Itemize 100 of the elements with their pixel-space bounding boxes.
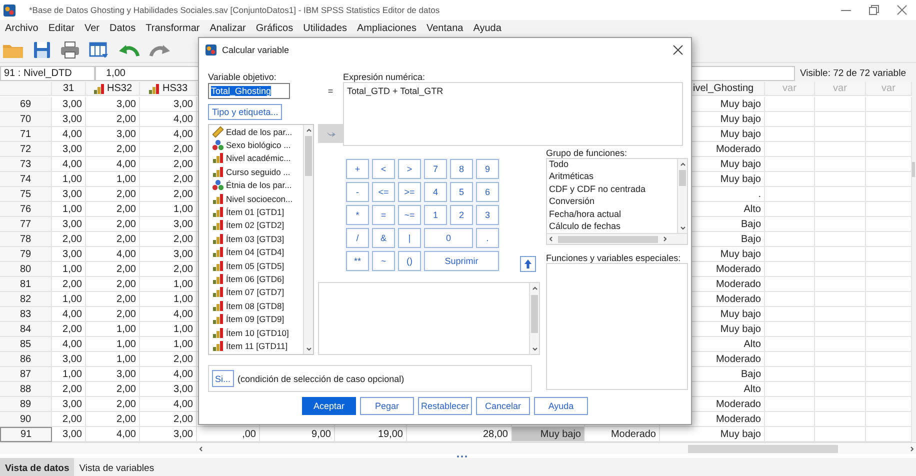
list-item[interactable]: Ítem 01 [GTD1] <box>209 205 303 219</box>
menu-item[interactable]: Analizar <box>204 23 251 34</box>
scrollbar-thumb[interactable] <box>305 136 312 176</box>
keypad-key[interactable]: 6 <box>476 182 499 202</box>
keypad-key[interactable]: 1 <box>424 205 447 225</box>
type-and-label-button[interactable]: Tipo y etiqueta... <box>208 104 282 120</box>
list-item[interactable]: Ítem 10 [GTD10] <box>209 326 303 340</box>
keypad-key[interactable]: / <box>346 228 369 248</box>
menu-item[interactable]: Datos <box>104 23 141 34</box>
row-header[interactable]: 77 <box>0 217 52 232</box>
keypad-key[interactable]: ** <box>346 251 369 271</box>
list-item[interactable]: Ítem 03 [GTD3] <box>209 232 303 246</box>
list-item[interactable]: Ítem 06 [GTD6] <box>209 272 303 286</box>
close-icon[interactable] <box>897 5 907 15</box>
expression-field[interactable]: Total_GTD + Total_GTR <box>343 82 683 146</box>
keypad-key[interactable]: | <box>398 228 421 248</box>
list-item[interactable]: Ítem 07 [GTD7] <box>209 286 303 300</box>
keypad-key[interactable]: 4 <box>424 182 447 202</box>
menu-item[interactable]: Ampliaciones <box>352 23 422 34</box>
restore-icon[interactable] <box>869 5 879 15</box>
scroll-up-icon[interactable] <box>304 126 312 134</box>
row-header[interactable]: 84 <box>0 322 52 337</box>
keypad-key[interactable]: 3 <box>476 205 499 225</box>
keypad-key[interactable]: <= <box>372 182 395 202</box>
keypad-key[interactable]: ~ <box>372 251 395 271</box>
scroll-down-icon[interactable] <box>678 224 686 232</box>
list-item[interactable]: Ítem 04 [GTD4] <box>209 246 303 259</box>
scrollbar-thumb[interactable] <box>531 295 538 333</box>
keypad-key[interactable]: * <box>346 205 369 225</box>
row-header[interactable]: 79 <box>0 247 52 262</box>
row-header[interactable]: 76 <box>0 202 52 217</box>
keypad-key[interactable]: >= <box>398 182 421 202</box>
list-item[interactable]: Ítem 02 [GTD2] <box>209 218 303 232</box>
menu-item[interactable]: Ventana <box>422 23 468 34</box>
tab[interactable]: Vista de variables <box>74 458 160 476</box>
horizontal-scrollbar[interactable] <box>547 233 687 244</box>
row-header[interactable]: 89 <box>0 397 52 412</box>
keypad-key[interactable]: 2 <box>450 205 473 225</box>
row-header[interactable]: 78 <box>0 232 52 247</box>
list-item[interactable]: Sexo biológico ... <box>209 138 303 152</box>
variable-list[interactable] <box>208 124 314 355</box>
menu-item[interactable]: Gráficos <box>250 23 298 34</box>
table-cell[interactable]: Muy bajo <box>512 427 585 442</box>
keypad-key[interactable]: = <box>372 205 395 225</box>
keypad-key[interactable]: + <box>346 159 369 179</box>
table-window-icon[interactable] <box>89 40 109 58</box>
menu-item[interactable]: Ver <box>79 23 104 34</box>
scroll-down-icon[interactable] <box>530 345 538 353</box>
row-header[interactable]: 90 <box>0 412 52 427</box>
keypad-key[interactable]: 9 <box>476 159 499 179</box>
row-header[interactable]: 88 <box>0 382 52 397</box>
dialog-button[interactable]: Restablecer <box>418 397 472 415</box>
keypad-key[interactable]: 8 <box>450 159 473 179</box>
row-header[interactable]: 91 <box>0 427 52 442</box>
menu-item[interactable]: Editar <box>43 23 80 34</box>
row-header[interactable]: 74 <box>0 172 52 187</box>
list-item[interactable]: Curso seguido ... <box>209 165 303 179</box>
row-header[interactable]: 86 <box>0 352 52 367</box>
tab[interactable]: Vista de datos <box>0 458 74 476</box>
scrollbar-thumb[interactable] <box>679 170 686 186</box>
vertical-scrollbar[interactable] <box>677 159 687 234</box>
row-header[interactable]: 81 <box>0 277 52 292</box>
keypad-key[interactable]: 5 <box>450 182 473 202</box>
keypad-key[interactable]: Suprimir <box>424 251 499 271</box>
dialog-button[interactable]: Ayuda <box>534 397 588 415</box>
row-header[interactable]: 71 <box>0 127 52 142</box>
keypad-key[interactable]: () <box>398 251 421 271</box>
menu-item[interactable]: Archivo <box>0 23 44 34</box>
row-header[interactable]: 72 <box>0 142 52 157</box>
split-handle-icon[interactable] <box>456 454 468 458</box>
function-group-list[interactable]: Todo Aritméticas CDF y CDF no centrada Conversión Fecha/hora actual Cálculo de fechas <box>546 158 688 245</box>
dialog-button[interactable]: Aceptar <box>302 397 356 415</box>
if-button[interactable]: Si... <box>212 370 234 387</box>
row-header[interactable]: 83 <box>0 307 52 322</box>
row-header[interactable]: 80 <box>0 262 52 277</box>
list-item[interactable]: Ítem 05 [GTD5] <box>209 258 303 272</box>
keypad-key[interactable]: & <box>372 228 395 248</box>
scroll-down-icon[interactable] <box>304 345 312 353</box>
list-item[interactable]: Étnia de los par... <box>209 178 303 192</box>
vertical-scrollbar[interactable] <box>303 125 313 354</box>
row-header[interactable]: 87 <box>0 367 52 382</box>
save-icon[interactable] <box>33 40 51 58</box>
scroll-right-icon[interactable] <box>661 235 669 244</box>
keypad-key[interactable]: 7 <box>424 159 447 179</box>
menu-item[interactable]: Transformar <box>140 23 205 34</box>
row-header[interactable]: 75 <box>0 187 52 202</box>
list-item[interactable]: Nivel académic... <box>209 152 303 166</box>
scrollbar-thumb[interactable] <box>558 236 658 243</box>
list-item[interactable]: Ítem 11 [GTD11] <box>209 339 303 353</box>
keypad-key[interactable]: ~= <box>398 205 421 225</box>
row-header[interactable]: 85 <box>0 337 52 352</box>
vertical-scrollbar[interactable] <box>529 283 539 354</box>
dialog-button[interactable]: Pegar <box>360 397 414 415</box>
scrollbar-thumb[interactable] <box>688 444 838 452</box>
row-header[interactable]: 82 <box>0 292 52 307</box>
scrollbar-thumb[interactable] <box>912 162 915 177</box>
menu-item[interactable]: Ayuda <box>468 23 506 34</box>
dialog-button[interactable]: Cancelar <box>476 397 530 415</box>
scroll-left-icon[interactable] <box>197 444 205 452</box>
row-header[interactable]: 70 <box>0 112 52 127</box>
